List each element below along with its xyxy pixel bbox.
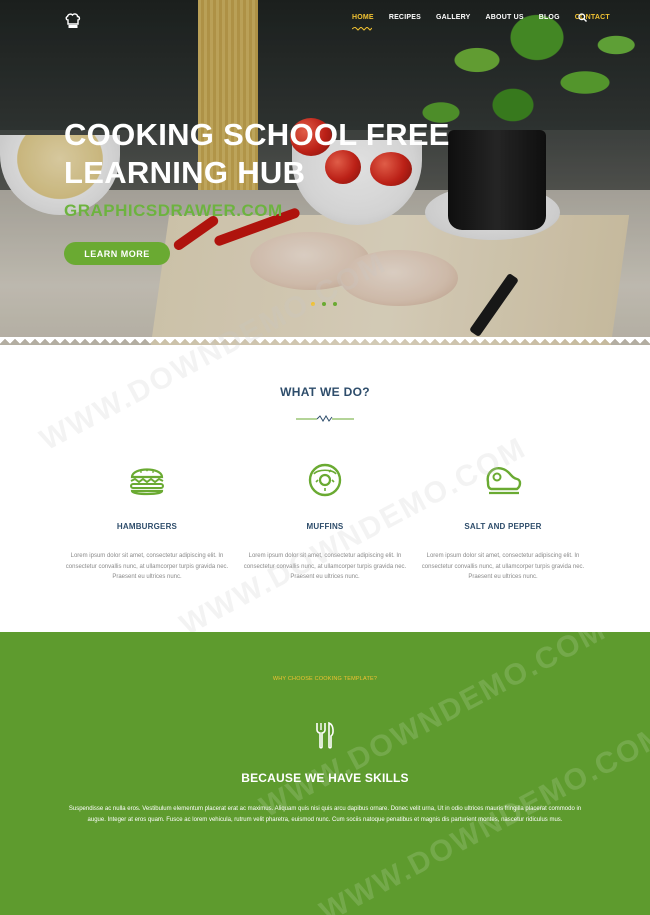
nav-item-home[interactable]: HOME xyxy=(352,14,374,31)
hero-subtitle: GRAPHICSDRAWER.COM xyxy=(64,201,283,220)
chef-hat-icon[interactable] xyxy=(64,12,82,30)
search-icon[interactable] xyxy=(578,13,587,22)
feature-description: Lorem ipsum dolor sit amet, consectetur … xyxy=(421,553,585,580)
nav-label: ABOUT US xyxy=(485,14,524,21)
nav-label: RECIPES xyxy=(388,14,421,21)
slider-dot[interactable] xyxy=(333,302,337,306)
hero-title: COOKING SCHOOL FREE LEARNING HUB xyxy=(64,117,450,190)
watermark: WWW.DOWNDEMO.COM xyxy=(254,613,612,824)
steak-icon xyxy=(486,467,522,495)
feature-description: Lorem ipsum dolor sit amet, consectetur … xyxy=(243,553,407,580)
feature-title: MUFFINS xyxy=(306,522,344,531)
nav-item-about-us[interactable]: ABOUT US xyxy=(486,14,524,21)
feature-salt-and-pepper: SALT AND PEPPER Lorem ipsum dolor sit am… xyxy=(418,460,588,583)
nav-label: BLOG xyxy=(538,14,560,21)
fork-knife-icon xyxy=(316,721,334,749)
wave-divider-icon xyxy=(296,415,354,422)
nav-item-blog[interactable]: BLOG xyxy=(539,14,560,21)
skills-eyebrow: WHY CHOOSE COOKING TEMPLATE? xyxy=(272,676,378,682)
feature-title: SALT AND PEPPER xyxy=(464,522,542,531)
nav-label: HOME xyxy=(352,14,374,21)
feature-hamburgers: HAMBURGERS Lorem ipsum dolor sit amet, c… xyxy=(62,460,232,583)
active-nav-wave-icon xyxy=(352,27,372,31)
donut-icon xyxy=(308,463,342,497)
slider-dots xyxy=(311,302,337,306)
nav-item-recipes[interactable]: RECIPES xyxy=(389,14,421,21)
slider-dot[interactable] xyxy=(311,302,315,306)
skills-section: WHY CHOOSE COOKING TEMPLATE? BECAUSE WE … xyxy=(0,613,650,915)
learn-more-button[interactable]: LEARN MORE xyxy=(64,242,170,265)
skills-description: Suspendisse ac nulla eros. Vestibulum el… xyxy=(68,806,582,823)
feature-description: Lorem ipsum dolor sit amet, consectetur … xyxy=(65,553,229,580)
nav-label: GALLERY xyxy=(435,14,471,21)
slider-dot[interactable] xyxy=(322,302,326,306)
nav-item-gallery[interactable]: GALLERY xyxy=(436,14,471,21)
hero-slider: HOME RECIPES GALLERY ABOUT US BLOG CONTA… xyxy=(0,0,650,345)
zigzag-divider xyxy=(0,337,650,347)
skills-title: BECAUSE WE HAVE SKILLS xyxy=(241,771,409,785)
hamburger-icon xyxy=(130,468,164,496)
feature-muffins: MUFFINS Lorem ipsum dolor sit amet, cons… xyxy=(240,460,410,583)
feature-title: HAMBURGERS xyxy=(116,522,178,531)
what-we-do-title: WHAT WE DO? xyxy=(280,385,370,399)
